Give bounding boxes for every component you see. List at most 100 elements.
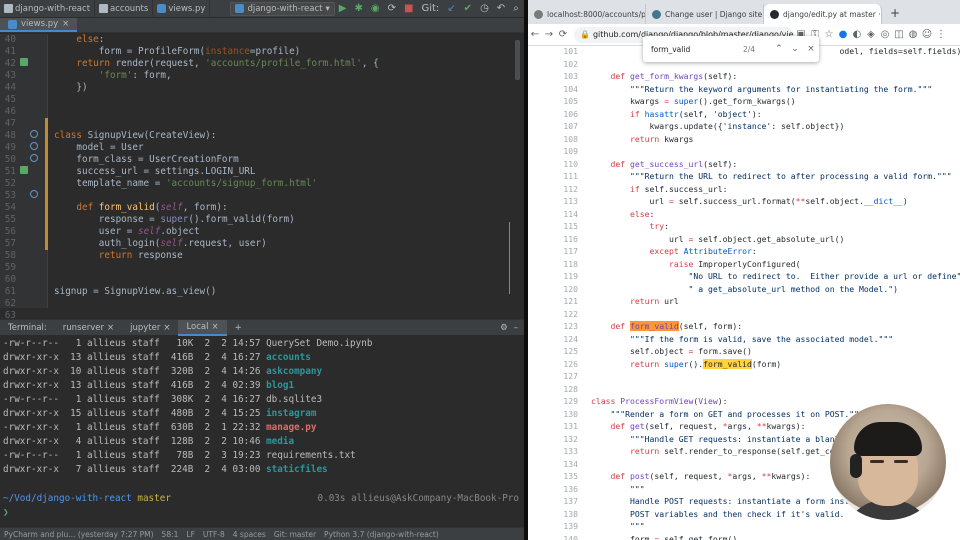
code-editor[interactable]: 40 else: 41 form = ProfileForm(instance=p… (0, 34, 524, 321)
extension-icon[interactable]: ◐ (850, 29, 864, 40)
line-number[interactable]: 120 (532, 283, 578, 296)
search-icon[interactable]: ⌕ (509, 3, 523, 14)
line-number[interactable]: 113 (532, 195, 578, 208)
line-number[interactable]: 121 (532, 295, 578, 308)
menu-icon[interactable]: ⋮ (934, 29, 948, 40)
line-number[interactable]: 130 (532, 408, 578, 421)
breadcrumb-project[interactable]: django-with-react (0, 0, 96, 18)
line-number[interactable]: 129 (532, 395, 578, 408)
avatar[interactable]: ☺ (920, 29, 934, 40)
extension-icon[interactable]: ◎ (878, 29, 892, 40)
find-input[interactable]: form_valid (651, 45, 743, 54)
code-line: def form_valid(self, form): (610, 321, 743, 331)
git-commit-icon[interactable]: ✔ (460, 3, 476, 14)
git-rollback-icon[interactable]: ↶ (493, 3, 509, 14)
line-number[interactable]: 112 (532, 183, 578, 196)
line-number[interactable]: 136 (532, 483, 578, 496)
extension-icon[interactable]: ◍ (906, 29, 920, 40)
code-line: form = ProfileForm(instance=profile) (54, 46, 301, 57)
run-configuration-select[interactable]: django-with-react ▾ (230, 1, 335, 16)
line-number[interactable]: 104 (532, 83, 578, 96)
browser-tab-github[interactable]: django/edit.py at master · djang× (764, 4, 882, 24)
line-number[interactable]: 128 (532, 383, 578, 396)
line-number[interactable]: 111 (532, 170, 578, 183)
new-tab-icon[interactable]: + (882, 6, 908, 24)
git-update-icon[interactable]: ↙ (443, 3, 459, 14)
line-number[interactable]: 107 (532, 120, 578, 133)
debug-icon[interactable]: ✱ (350, 3, 366, 14)
line-number[interactable]: 135 (532, 470, 578, 483)
code-line: Handle POST requests: instantiate a form… (629, 496, 860, 506)
line-number[interactable]: 116 (532, 233, 578, 246)
line-number[interactable]: 118 (532, 258, 578, 271)
tab-runserver[interactable]: runserver × (55, 320, 122, 336)
new-terminal-icon[interactable]: + (227, 320, 250, 336)
gear-icon[interactable]: ⚙ (500, 323, 514, 333)
tab-views-py[interactable]: views.py × (0, 18, 78, 32)
close-icon[interactable]: × (212, 322, 219, 332)
extension-icon[interactable]: ◈ (864, 29, 878, 40)
tab-local[interactable]: Local × (178, 319, 227, 336)
line-number[interactable]: 140 (532, 533, 578, 540)
coverage-icon[interactable]: ◉ (367, 3, 384, 14)
terminal-output[interactable]: -rw-r--r-- 1 allieus staff 10K 2 2 14:57… (0, 336, 524, 526)
line-number[interactable]: 114 (532, 208, 578, 221)
line-number[interactable]: 131 (532, 420, 578, 433)
line-number: 46 (4, 106, 16, 117)
line-number[interactable]: 119 (532, 270, 578, 283)
forward-icon[interactable]: → (542, 29, 556, 40)
line-number[interactable]: 139 (532, 520, 578, 533)
extension-icon[interactable]: ◫ (892, 29, 906, 40)
list-item: drwxr-xr-x 15 allieus staff 480B 2 4 15:… (3, 408, 317, 419)
profile-icon[interactable]: ⟳ (384, 3, 400, 14)
python-file-icon (157, 4, 167, 13)
line-number[interactable]: 103 (532, 70, 578, 83)
line-number[interactable]: 101 (532, 45, 578, 58)
minimize-icon[interactable]: – (514, 323, 524, 333)
line-number[interactable]: 125 (532, 345, 578, 358)
browser-tab-localhost[interactable]: localhost:8000/accounts/profile/× (528, 4, 646, 24)
line-number[interactable]: 109 (532, 145, 578, 158)
browser-tab-admin[interactable]: Change user | Django site admin× (646, 4, 764, 24)
line-number[interactable]: 134 (532, 458, 578, 471)
line-number[interactable]: 117 (532, 245, 578, 258)
line-number[interactable]: 133 (532, 445, 578, 458)
star-icon[interactable]: ☆ (822, 29, 836, 40)
line-number[interactable]: 122 (532, 308, 578, 321)
git-history-icon[interactable]: ◷ (476, 3, 493, 14)
close-icon[interactable]: × (107, 323, 114, 333)
reload-icon[interactable]: ⟳ (556, 29, 570, 40)
line-number[interactable]: 127 (532, 370, 578, 383)
scrollbar[interactable] (515, 40, 520, 80)
close-icon[interactable]: × (803, 44, 819, 54)
line-number[interactable]: 105 (532, 95, 578, 108)
line-number[interactable]: 123 (532, 320, 578, 333)
code-line: return render(request, 'accounts/profile… (76, 58, 379, 69)
line-number[interactable]: 132 (532, 433, 578, 446)
stop-icon[interactable]: ■ (400, 3, 417, 14)
breadcrumb-file[interactable]: views.py (153, 0, 211, 18)
line-number[interactable]: 115 (532, 220, 578, 233)
close-icon[interactable]: × (62, 19, 69, 29)
line-number[interactable]: 102 (532, 58, 578, 71)
line-number[interactable]: 108 (532, 133, 578, 146)
line-number[interactable]: 138 (532, 508, 578, 521)
find-previous-icon[interactable]: ⌃ (771, 44, 787, 54)
line-number[interactable]: 126 (532, 358, 578, 371)
tab-jupyter[interactable]: jupyter × (122, 320, 178, 336)
code-line: """Handle GET requests: instantiate a bl… (629, 433, 864, 444)
line-number[interactable]: 110 (532, 158, 578, 171)
line-number[interactable]: 137 (532, 495, 578, 508)
close-icon[interactable]: × (163, 323, 170, 333)
line-number[interactable]: 106 (532, 108, 578, 121)
code-line: if self.success_url: (629, 183, 728, 194)
prompt-line: ~/Vod/django-with-react master 0.03s alli… (3, 493, 519, 504)
extension-icon[interactable]: ● (836, 29, 850, 40)
run-icon[interactable]: ▶ (335, 3, 351, 14)
find-next-icon[interactable]: ⌄ (787, 44, 803, 54)
breadcrumb-accounts[interactable]: accounts (95, 0, 154, 18)
code-line: success_url = settings.LOGIN_URL (54, 166, 256, 177)
line-number[interactable]: 124 (532, 333, 578, 346)
back-icon[interactable]: ← (528, 29, 542, 40)
code-line: auth_login(self.request, user) (54, 238, 267, 249)
